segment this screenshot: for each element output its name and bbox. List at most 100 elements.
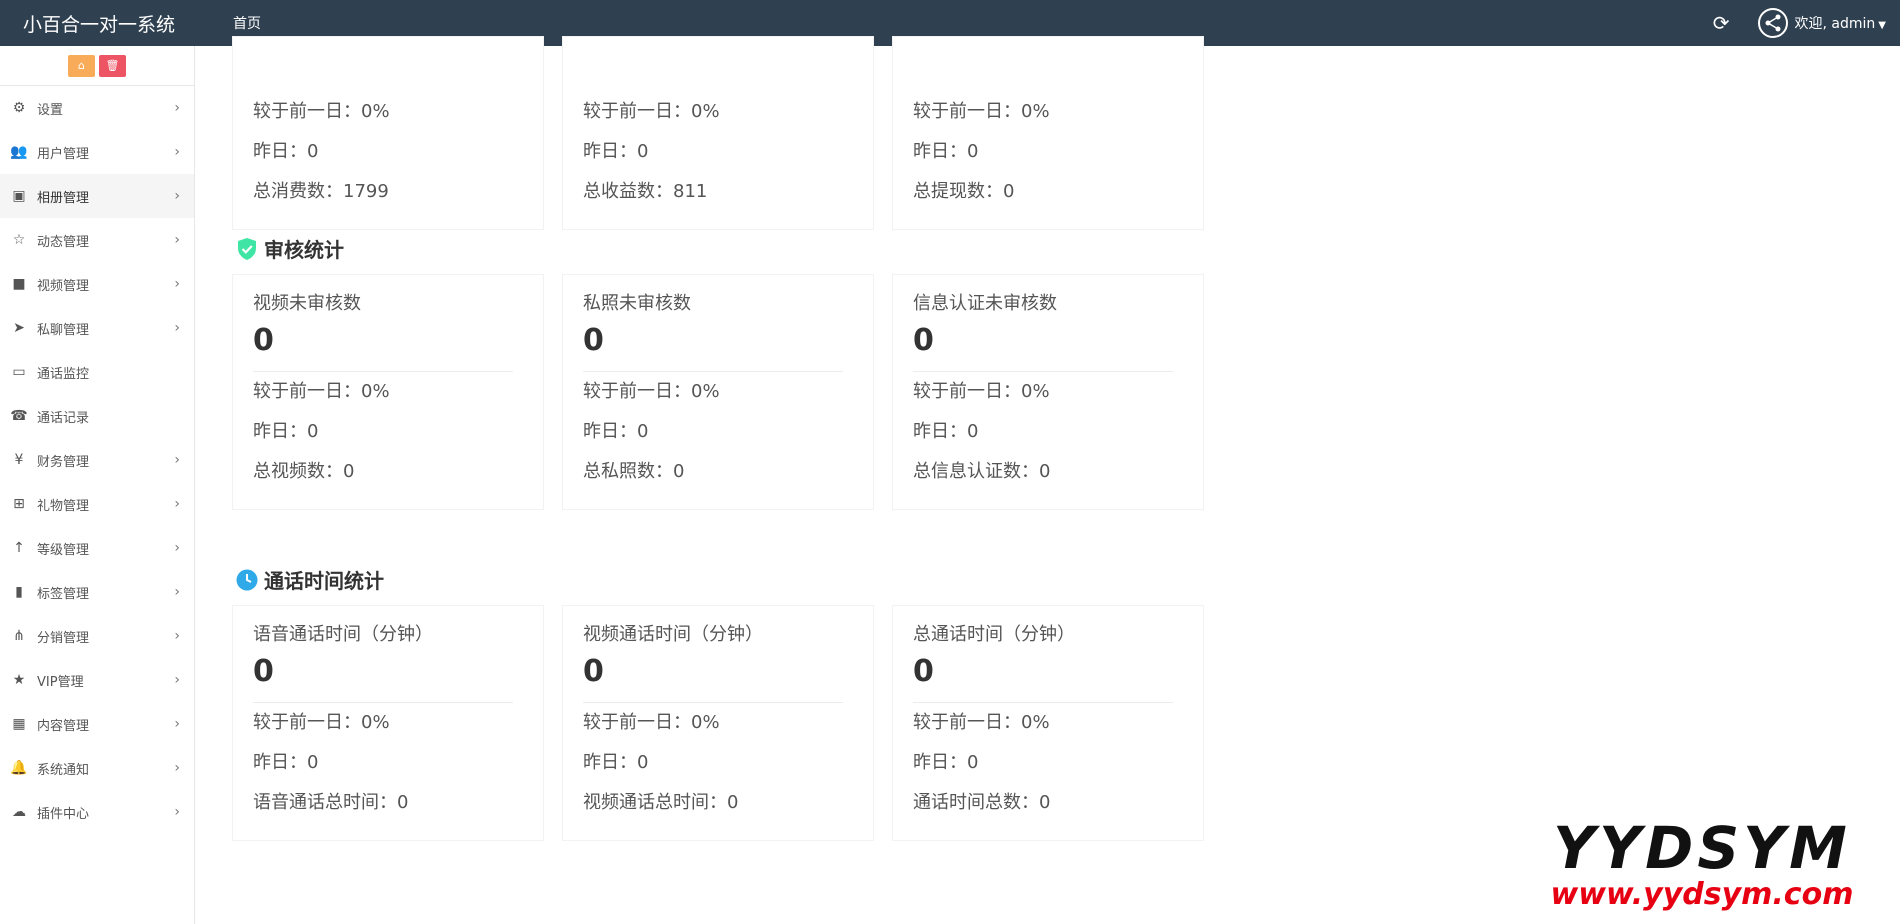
stat-label: 视频未审核数 [253, 293, 361, 314]
home-icon[interactable]: ⌂ [68, 54, 95, 77]
stat-card: 私照未审核数 0 较于前一日：0% 昨日：0 总私照数：0 [562, 274, 874, 510]
sidebar-item-label: 用户管理 [37, 146, 90, 162]
divider [913, 371, 1173, 372]
sidebar-item[interactable]: ☁ 插件中心 › [0, 790, 194, 834]
telegram-icon: ➤ [13, 320, 25, 336]
stat-label: 语音通话时间（分钟） [253, 624, 433, 645]
trash-icon[interactable]: 🗑 [99, 54, 126, 77]
video-icon: ■ [12, 276, 26, 292]
sidebar-item[interactable]: ⚙ 设置 › [0, 86, 194, 130]
monitor-icon: ▭ [12, 364, 26, 380]
refresh-icon[interactable]: ⟳ [1713, 11, 1730, 35]
sidebar-item[interactable]: ➤ 私聊管理 › [0, 306, 194, 350]
stat-value: 0 [583, 323, 604, 358]
star-outline-icon: ☆ [12, 232, 26, 248]
welcome-text: 欢迎, admin [1794, 16, 1876, 32]
stat-total: 总提现数：0 [913, 181, 1015, 202]
divider [253, 702, 513, 703]
stat-yesterday: 昨日：0 [913, 421, 979, 442]
stat-value: 0 [913, 654, 934, 689]
sidebar-item-label: 标签管理 [37, 586, 90, 602]
stat-value: 0 [253, 654, 274, 689]
sidebar-item[interactable]: ⊞ 礼物管理 › [0, 482, 194, 526]
sidebar-item-label: 礼物管理 [37, 498, 90, 514]
stat-card-withdraw: 较于前一日：0% 昨日：0 总提现数：0 [892, 36, 1204, 230]
sidebar-item[interactable]: ▭ 通话监控 [0, 350, 194, 394]
sidebar-item[interactable]: ★ VIP管理 › [0, 658, 194, 702]
sidebar-item-label: VIP管理 [37, 674, 84, 690]
stat-yesterday: 昨日：0 [253, 421, 319, 442]
chevron-right-icon: › [174, 760, 180, 776]
level-icon: ↑ [13, 540, 25, 556]
stat-yesterday: 昨日：0 [253, 752, 319, 773]
yen-icon: ¥ [14, 452, 24, 468]
stat-total: 总收益数：811 [583, 181, 708, 202]
shield-check-icon [236, 237, 258, 260]
main-content: 较于前一日：0% 昨日：0 总消费数：1799 较于前一日：0% 昨日：0 总收… [196, 36, 1900, 924]
sidebar-item-label: 系统通知 [37, 762, 90, 778]
sidebar-item[interactable]: ■ 视频管理 › [0, 262, 194, 306]
gears-icon: ⚙ [12, 100, 26, 116]
stat-yesterday: 昨日：0 [583, 141, 649, 162]
stat-label: 视频通话时间（分钟） [583, 624, 763, 645]
stat-yesterday: 昨日：0 [913, 752, 979, 773]
caret-down-icon: ▼ [1878, 20, 1886, 31]
divider [913, 702, 1173, 703]
stat-total: 通话时间总数：0 [913, 792, 1051, 813]
chevron-right-icon: › [174, 584, 180, 600]
chevron-right-icon: › [174, 232, 180, 248]
sidebar-item-label: 视频管理 [37, 278, 90, 294]
sidebar-item[interactable]: ⋔ 分销管理 › [0, 614, 194, 658]
stat-total: 总消费数：1799 [253, 181, 389, 202]
watermark-logo: YYDSYM [1553, 814, 1851, 882]
stat-compare: 较于前一日：0% [913, 712, 1050, 733]
brand-title: 小百合一对一系统 [23, 13, 176, 36]
chevron-right-icon: › [174, 452, 180, 468]
sidebar-item[interactable]: ▮ 标签管理 › [0, 570, 194, 614]
sidebar-item[interactable]: ☎ 通话记录 [0, 394, 194, 438]
sidebar-item-label: 插件中心 [37, 806, 90, 822]
stat-card-income: 较于前一日：0% 昨日：0 总收益数：811 [562, 36, 874, 230]
stat-card: 总通话时间（分钟） 0 较于前一日：0% 昨日：0 通话时间总数：0 [892, 605, 1204, 841]
sidebar-item-label: 通话监控 [37, 366, 90, 382]
phone-icon: ☎ [10, 408, 28, 424]
stat-label: 信息认证未审核数 [913, 293, 1057, 314]
sidebar-item-label: 等级管理 [37, 542, 90, 558]
sidebar-item[interactable]: ↑ 等级管理 › [0, 526, 194, 570]
stat-card-consume: 较于前一日：0% 昨日：0 总消费数：1799 [232, 36, 544, 230]
bookmark-icon: ▮ [15, 584, 23, 600]
chevron-right-icon: › [174, 540, 180, 556]
sidebar-tools: ⌂ 🗑 [0, 46, 194, 86]
stat-total: 视频通话总时间：0 [583, 792, 739, 813]
stat-value: 0 [253, 323, 274, 358]
divider [583, 371, 843, 372]
stat-card: 视频未审核数 0 较于前一日：0% 昨日：0 总视频数：0 [232, 274, 544, 510]
stat-yesterday: 昨日：0 [583, 421, 649, 442]
sidebar-item[interactable]: ▣ 相册管理 › [0, 174, 194, 218]
chevron-right-icon: › [174, 276, 180, 292]
sidebar: ⌂ 🗑 ⚙ 设置 › 👥 用户管理 › ▣ 相册管理 › ☆ 动态管理 › ■ 视频管理 › ➤ 私聊管理 › ▭ 通… [0, 46, 195, 924]
sidebar-item[interactable]: ☆ 动态管理 › [0, 218, 194, 262]
stat-compare: 较于前一日：0% [253, 712, 390, 733]
sidebar-item[interactable]: ¥ 财务管理 › [0, 438, 194, 482]
bell-icon: 🔔 [10, 760, 28, 776]
divider [253, 371, 513, 372]
stat-value: 0 [583, 654, 604, 689]
nav-home-link[interactable]: 首页 [233, 13, 261, 33]
divider [583, 702, 843, 703]
share-avatar-icon[interactable] [1757, 8, 1788, 38]
sidebar-item[interactable]: 👥 用户管理 › [0, 130, 194, 174]
sidebar-item[interactable]: 🔔 系统通知 › [0, 746, 194, 790]
sidebar-item[interactable]: ▦ 内容管理 › [0, 702, 194, 746]
stat-compare: 较于前一日：0% [913, 381, 1050, 402]
chevron-right-icon: › [174, 628, 180, 644]
sidebar-item-label: 内容管理 [37, 718, 90, 734]
stat-label: 私照未审核数 [583, 293, 691, 314]
stat-compare: 较于前一日：0% [253, 101, 390, 122]
stat-compare: 较于前一日：0% [253, 381, 390, 402]
stat-yesterday: 昨日：0 [913, 141, 979, 162]
sidebar-item-label: 动态管理 [37, 234, 90, 250]
user-menu[interactable]: 欢迎, admin ▼ [1795, 13, 1886, 33]
chevron-right-icon: › [174, 188, 180, 204]
chevron-right-icon: › [174, 100, 180, 116]
